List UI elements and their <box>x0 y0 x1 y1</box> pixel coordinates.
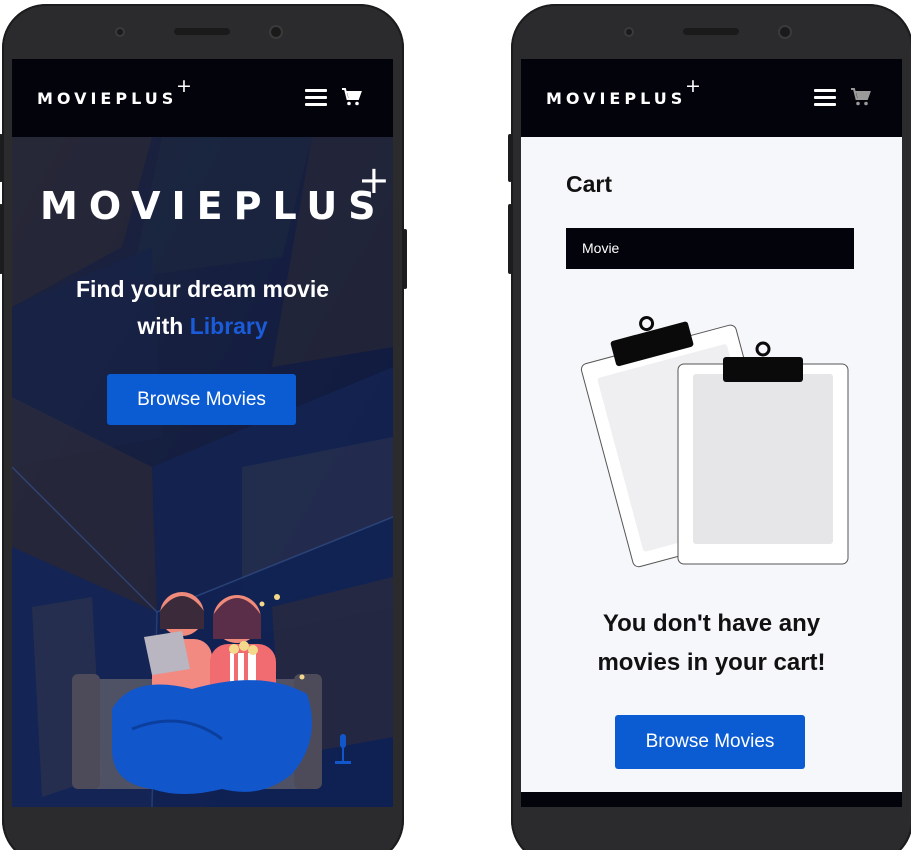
brand-plus: + <box>176 75 192 97</box>
phone-frame-right: MOVIEPLUS + Cart Movie You don't have an… <box>508 4 911 850</box>
hamburger-menu-icon[interactable] <box>305 89 327 107</box>
phone-volume-button <box>508 134 512 182</box>
brand-logo[interactable]: MOVIEPLUS + <box>37 75 192 108</box>
navbar: MOVIEPLUS + <box>521 59 902 137</box>
shopping-cart-icon[interactable] <box>850 87 872 107</box>
brand-name: MOVIEPLUS <box>37 89 178 108</box>
navbar: MOVIEPLUS + <box>12 59 393 137</box>
hamburger-menu-icon[interactable] <box>814 89 836 107</box>
footer-bar <box>521 792 902 807</box>
headline-line-2: with Library <box>12 308 393 345</box>
phone-volume-button <box>508 204 512 274</box>
brand-name: MOVIEPLUS <box>546 89 687 108</box>
phone-speaker <box>683 28 739 35</box>
phone-speaker <box>174 28 230 35</box>
shopping-cart-icon[interactable] <box>341 87 363 107</box>
phone-frame-left: MOVIEPLUS + MOVIEPLUS + Find your dream m… <box>0 4 407 850</box>
phone-volume-button <box>0 204 3 274</box>
phone-power-button <box>403 229 407 289</box>
phone-volume-button <box>0 134 3 182</box>
empty-message-line-1: You don't have any <box>602 610 821 637</box>
phone-camera <box>269 25 283 39</box>
phone-camera <box>778 25 792 39</box>
hero-headline: Find your dream movie with Library <box>12 271 393 345</box>
hero-plus: + <box>358 158 390 202</box>
hero-title: MOVIEPLUS <box>40 184 387 228</box>
cart-table-header: Movie <box>566 228 854 269</box>
hero-logo: MOVIEPLUS + <box>40 158 390 228</box>
browse-movies-button[interactable]: Browse Movies <box>615 715 805 769</box>
column-header-movie: Movie <box>582 240 620 256</box>
brand-logo[interactable]: MOVIEPLUS + <box>546 75 701 108</box>
headline-accent: Library <box>189 313 268 339</box>
headline-line-1: Find your dream movie <box>75 276 330 302</box>
page-title: Cart <box>566 171 613 197</box>
browse-movies-button[interactable]: Browse Movies <box>107 374 296 425</box>
phone-sensor <box>624 27 634 37</box>
cart-screen: MOVIEPLUS + Cart Movie You don't have an… <box>521 59 902 807</box>
headline-prefix: with <box>137 313 184 339</box>
brand-plus: + <box>685 75 701 97</box>
people-watching-movie-illustration <box>72 592 351 794</box>
clipboard-illustration <box>580 316 849 568</box>
phone-sensor <box>115 27 125 37</box>
empty-message-line-2: movies in your cart! <box>597 649 826 676</box>
home-screen: MOVIEPLUS + MOVIEPLUS + Find your dream m… <box>12 59 393 807</box>
empty-cart-message: You don't have any movies in your cart! <box>521 604 902 682</box>
